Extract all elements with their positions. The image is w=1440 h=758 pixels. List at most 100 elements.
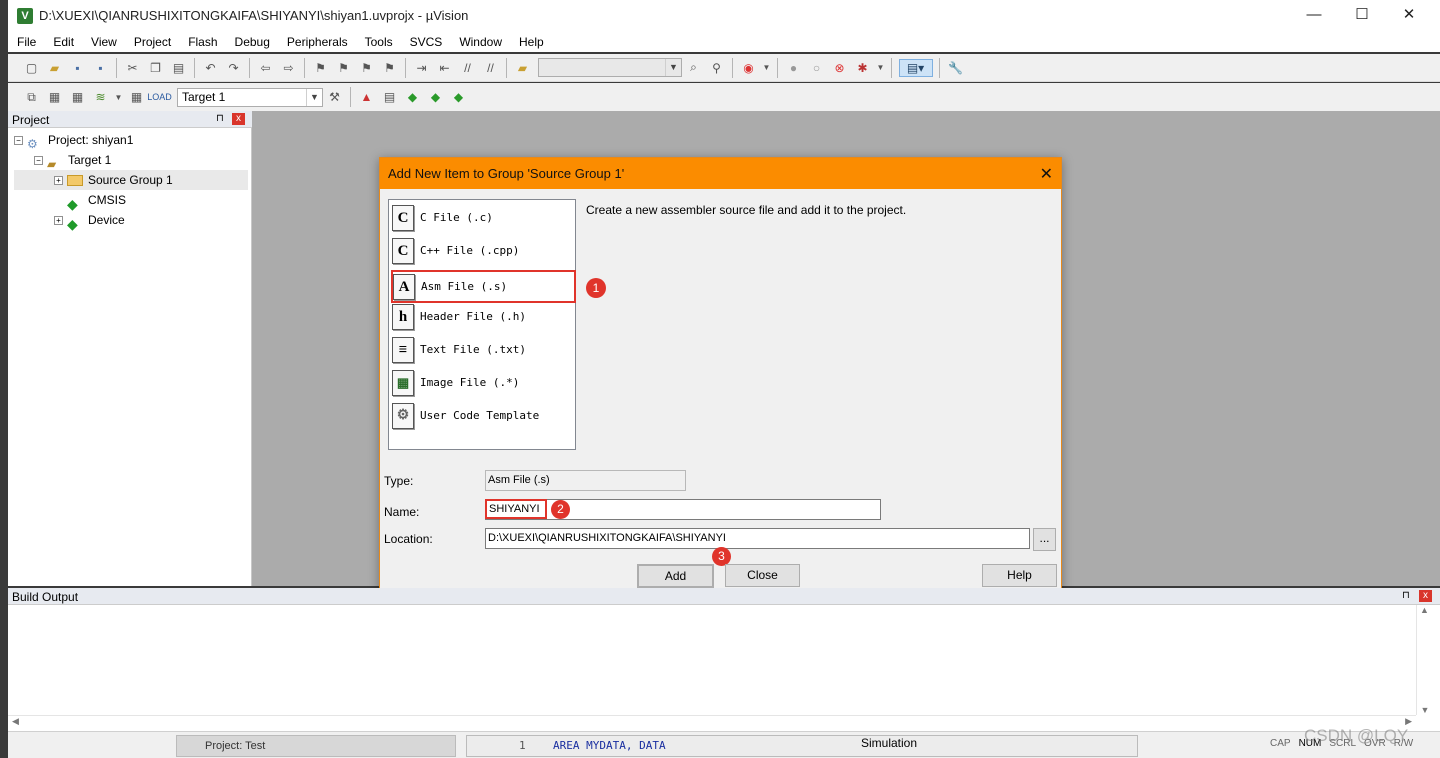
menu-window[interactable]: Window <box>450 32 510 52</box>
location-input[interactable]: D:\XUEXI\QIANRUSHIXITONGKAIFA\SHIYANYI <box>485 528 1030 549</box>
scroll-down-icon[interactable]: ▼ <box>1417 705 1433 715</box>
help-button[interactable]: Help <box>982 564 1057 587</box>
prev-bookmark-icon[interactable]: ⚑ <box>335 59 353 77</box>
cut-icon[interactable]: ✂ <box>124 59 142 77</box>
translate-icon[interactable]: ⧉ <box>23 88 41 106</box>
menu-tools[interactable]: Tools <box>356 32 401 52</box>
tree-item-source-group[interactable]: + Source Group 1 <box>14 170 248 190</box>
menu-flash[interactable]: Flash <box>179 32 225 52</box>
target-options-icon[interactable]: ⚒ <box>326 88 344 106</box>
close-window-button[interactable]: ✕ <box>1386 0 1432 32</box>
file-toolbar: ▢ ▰ ▪ ▪ ✂ ❐ ▤ ↶ ↷ ⇦ ⇨ ⚑ ⚑ ⚑ ⚑ ⇥ ⇤ // // … <box>8 54 1440 82</box>
clear-bookmarks-icon[interactable]: ⚑ <box>381 59 399 77</box>
next-bookmark-icon[interactable]: ⚑ <box>358 59 376 77</box>
chevron-down-icon[interactable]: ▼ <box>115 88 123 106</box>
chevron-down-icon[interactable]: ▼ <box>877 59 885 77</box>
find-combo[interactable]: ▼ <box>538 58 682 77</box>
toolbar-separator <box>249 57 250 78</box>
find-in-files-icon[interactable]: ▰ <box>514 59 532 77</box>
pack-installer-icon[interactable]: ◆ <box>450 88 468 106</box>
scroll-left-icon[interactable]: ◀ <box>12 716 19 727</box>
configure-wrench-icon[interactable]: 🔧 <box>947 59 965 77</box>
indent-icon[interactable]: ⇥ <box>413 59 431 77</box>
batch-build-icon[interactable]: ≋ <box>92 88 110 106</box>
manage-run-time-env-icon[interactable]: ◆ <box>404 88 422 106</box>
list-item-user-code-template[interactable]: ⚙ User Code Template <box>392 399 574 432</box>
tree-item-cmsis[interactable]: ◆ CMSIS <box>14 190 248 212</box>
menu-help[interactable]: Help <box>510 32 552 52</box>
kill-breakpoints-icon[interactable]: ✱ <box>854 59 872 77</box>
chevron-down-icon: ▼ <box>306 88 322 106</box>
add-button[interactable]: Add <box>637 564 714 588</box>
save-icon[interactable]: ▪ <box>69 59 87 77</box>
type-field: Asm File (.s) <box>485 470 686 491</box>
close-panel-icon[interactable]: x <box>232 113 245 125</box>
window-layout-icon[interactable]: ▤▾ <box>898 58 933 77</box>
chevron-down-icon[interactable]: ▼ <box>763 59 771 77</box>
target-select[interactable]: Target 1 ▼ <box>177 87 323 107</box>
close-button[interactable]: Close <box>725 564 800 587</box>
find-icon[interactable]: ⌕ <box>685 59 703 77</box>
copy-icon[interactable]: ❐ <box>147 59 165 77</box>
menu-peripherals[interactable]: Peripherals <box>278 32 356 52</box>
paste-icon[interactable]: ▤ <box>170 59 188 77</box>
multi-project-icon[interactable]: ▤ <box>381 88 399 106</box>
menu-edit[interactable]: Edit <box>44 32 82 52</box>
menu-file[interactable]: File <box>8 32 44 52</box>
scroll-up-icon[interactable]: ▲ <box>1417 605 1432 615</box>
navigate-back-icon[interactable]: ⇦ <box>257 59 275 77</box>
tree-item-cmsis-label: CMSIS <box>88 193 127 207</box>
stop-build-icon[interactable]: ▦ <box>128 88 146 106</box>
incremental-find-icon[interactable]: ⚲ <box>708 59 726 77</box>
menu-debug[interactable]: Debug <box>226 32 278 52</box>
tree-item-target[interactable]: − ▰ Target 1 <box>14 150 248 171</box>
insert-breakpoint-icon[interactable]: ● <box>785 59 803 77</box>
navigate-forward-icon[interactable]: ⇨ <box>280 59 298 77</box>
unindent-icon[interactable]: ⇤ <box>436 59 454 77</box>
list-item-c-file[interactable]: C C File (.c) <box>392 201 574 234</box>
name-input-value[interactable]: SHIYANYI <box>485 499 547 519</box>
collapse-icon[interactable]: − <box>14 136 23 146</box>
collapse-icon[interactable]: − <box>34 156 43 166</box>
minimize-button[interactable]: — <box>1291 0 1337 32</box>
uncomment-icon[interactable]: // <box>482 59 500 77</box>
pin-icon[interactable]: ⊓ <box>216 113 224 124</box>
dialog-close-icon[interactable]: ✕ <box>1040 164 1053 184</box>
disable-breakpoints-icon[interactable]: ⊗ <box>831 59 849 77</box>
toolbar-separator <box>350 87 351 107</box>
tree-item-device[interactable]: + ◆ Device <box>14 210 248 232</box>
select-software-packs-icon[interactable]: ◆ <box>427 88 445 106</box>
download-load-icon[interactable]: LOAD <box>147 88 172 106</box>
menu-project[interactable]: Project <box>125 32 179 52</box>
vertical-scrollbar[interactable]: ▲ ▼ <box>1416 605 1432 715</box>
menu-svcs[interactable]: SVCS <box>401 32 451 52</box>
type-label: Type: <box>384 474 414 488</box>
bookmark-icon[interactable]: ⚑ <box>312 59 330 77</box>
comment-icon[interactable]: // <box>459 59 477 77</box>
list-item-header-file[interactable]: h Header File (.h) <box>392 300 574 333</box>
browse-button[interactable]: ... <box>1033 528 1056 551</box>
rebuild-icon[interactable]: ▦ <box>69 88 87 106</box>
menu-view[interactable]: View <box>82 32 125 52</box>
tree-item-project[interactable]: − ⚙ Project: shiyan1 <box>14 130 248 151</box>
enable-breakpoint-icon[interactable]: ○ <box>808 59 826 77</box>
redo-icon[interactable]: ↷ <box>225 59 243 77</box>
undo-icon[interactable]: ↶ <box>202 59 220 77</box>
save-all-icon[interactable]: ▪ <box>92 59 110 77</box>
folder-icon <box>67 175 83 187</box>
open-file-icon[interactable]: ▰ <box>46 59 64 77</box>
expand-icon[interactable]: + <box>54 176 63 186</box>
debug-session-icon[interactable]: ◉ <box>740 59 758 77</box>
maximize-button[interactable]: ☐ <box>1339 0 1385 32</box>
new-file-icon[interactable]: ▢ <box>23 59 41 77</box>
list-item-cpp-file[interactable]: C C++ File (.cpp) <box>392 234 574 267</box>
list-item-text-file[interactable]: ≡ Text File (.txt) <box>392 333 574 366</box>
horizontal-scrollbar[interactable]: ◀ ▶ <box>8 715 1416 731</box>
close-panel-icon[interactable]: x <box>1419 590 1432 602</box>
manage-project-items-icon[interactable]: ▲ <box>358 88 376 106</box>
build-icon[interactable]: ▦ <box>46 88 64 106</box>
pin-icon[interactable]: ⊓ <box>1402 590 1410 601</box>
list-item-image-file[interactable]: ▦ Image File (.*) <box>392 366 574 399</box>
list-item-asm-file[interactable]: A Asm File (.s) <box>391 270 576 303</box>
expand-icon[interactable]: + <box>54 216 63 226</box>
